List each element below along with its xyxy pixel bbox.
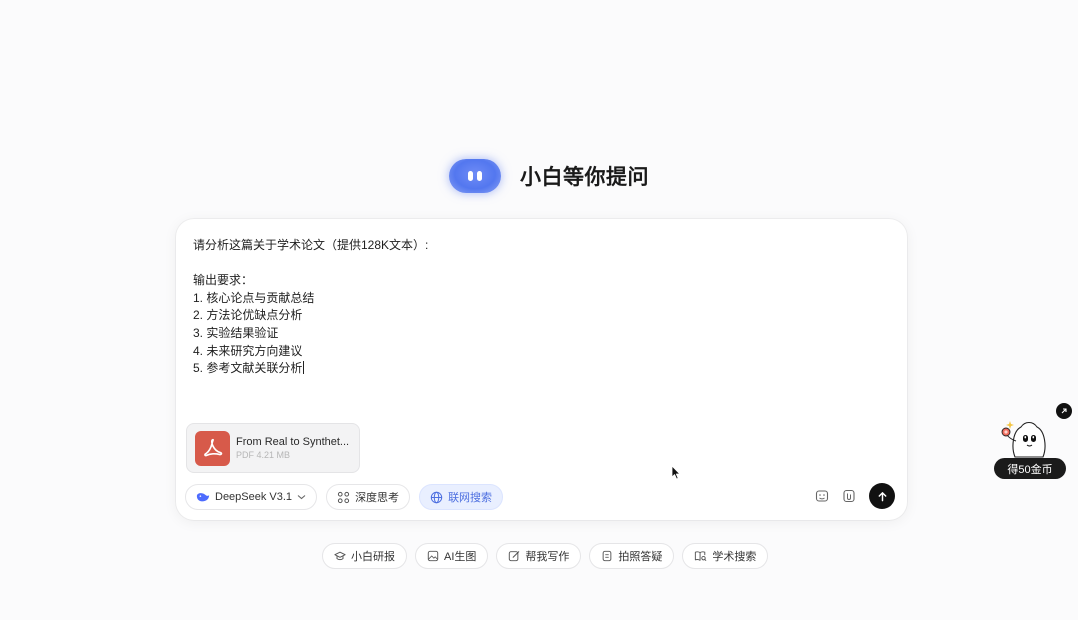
prompt-line: 5. 参考文献关联分析 [193, 361, 303, 376]
quick-action-label: 学术搜索 [712, 551, 757, 563]
document-icon [603, 550, 612, 562]
whale-icon [196, 493, 210, 502]
quick-action-label: 帮我写作 [525, 551, 570, 563]
mouse-cursor-icon [671, 465, 681, 485]
deep-think-label: 深度思考 [355, 492, 400, 504]
attach-file-icon[interactable] [842, 489, 856, 503]
hero-header: 小白等你提问 [446, 155, 649, 197]
quick-action-academic-search[interactable]: 学术搜索 [682, 543, 769, 569]
book-search-icon [695, 551, 707, 562]
reward-widget[interactable]: 得50金币 [993, 403, 1073, 479]
prompt-line [193, 255, 883, 273]
prompt-line: 4. 未来研究方向建议 [193, 343, 303, 358]
quick-action-ai-image[interactable]: AI生图 [415, 543, 489, 569]
chat-composer: 请分析这篇关于学术论文（提供128K文本）: 输出要求： 1. 核心论点与贡献总结… [176, 219, 907, 520]
reward-label: 得50金币 [994, 458, 1066, 479]
model-selector[interactable]: DeepSeek V3.1 [185, 484, 318, 510]
attachment-name: From Real to Synthet... [236, 436, 350, 448]
prompt-line: 请分析这篇关于学术论文（提供128K文本）: [193, 238, 429, 252]
arrow-up-icon [878, 491, 886, 501]
mascot-logo-icon [446, 155, 504, 197]
edit-icon [509, 551, 520, 562]
quick-action-research-report[interactable]: 小白研报 [322, 543, 407, 569]
prompt-line: 2. 方法论优缺点分析 [193, 308, 303, 323]
web-search-toggle[interactable]: 联网搜索 [419, 484, 504, 510]
page: 小白等你提问 请分析这篇关于学术论文（提供128K文本）: 输出要求： 1. 核心… [0, 0, 1078, 620]
send-button[interactable] [869, 483, 895, 509]
attachment-size: PDF 4.21 MB [236, 450, 291, 460]
globe-icon [430, 491, 443, 503]
prompt-line: 输出要求： [193, 273, 254, 288]
pdf-icon [195, 430, 230, 466]
prompt-line: 3. 实验结果验证 [193, 325, 279, 340]
atom-icon [337, 491, 350, 503]
image-icon [427, 550, 439, 562]
graduation-cap-icon [334, 551, 346, 561]
prompt-line-last: 5. 参考文献关联分析 [193, 360, 883, 378]
composer-right-tools [815, 483, 895, 509]
composer-toolbar: DeepSeek V3.1 深度思考 联网搜索 [185, 484, 504, 510]
quick-action-photo-answer[interactable]: 拍照答疑 [589, 543, 675, 569]
quick-action-label: AI生图 [444, 551, 477, 563]
model-label: DeepSeek V3.1 [215, 491, 293, 503]
page-title: 小白等你提问 [520, 166, 649, 189]
quick-action-label: 小白研报 [351, 551, 395, 563]
image-upload-icon[interactable] [815, 489, 829, 503]
quick-action-writing[interactable]: 帮我写作 [496, 543, 582, 569]
web-search-label: 联网搜索 [448, 492, 493, 504]
prompt-line: 1. 核心论点与贡献总结 [193, 290, 315, 305]
attachment-card[interactable]: From Real to Synthet... PDF 4.21 MB [186, 423, 360, 473]
chevron-down-icon [297, 495, 306, 500]
deep-think-toggle[interactable]: 深度思考 [326, 484, 411, 510]
text-caret [303, 361, 305, 375]
reward-close-icon[interactable] [1056, 403, 1072, 419]
quick-actions: 小白研报 AI生图 帮我写作 拍照答疑 学术搜索 [322, 543, 769, 569]
quick-action-label: 拍照答疑 [618, 551, 663, 563]
prompt-input[interactable]: 请分析这篇关于学术论文（提供128K文本）: 输出要求： 1. 核心论点与贡献总结… [193, 237, 883, 378]
